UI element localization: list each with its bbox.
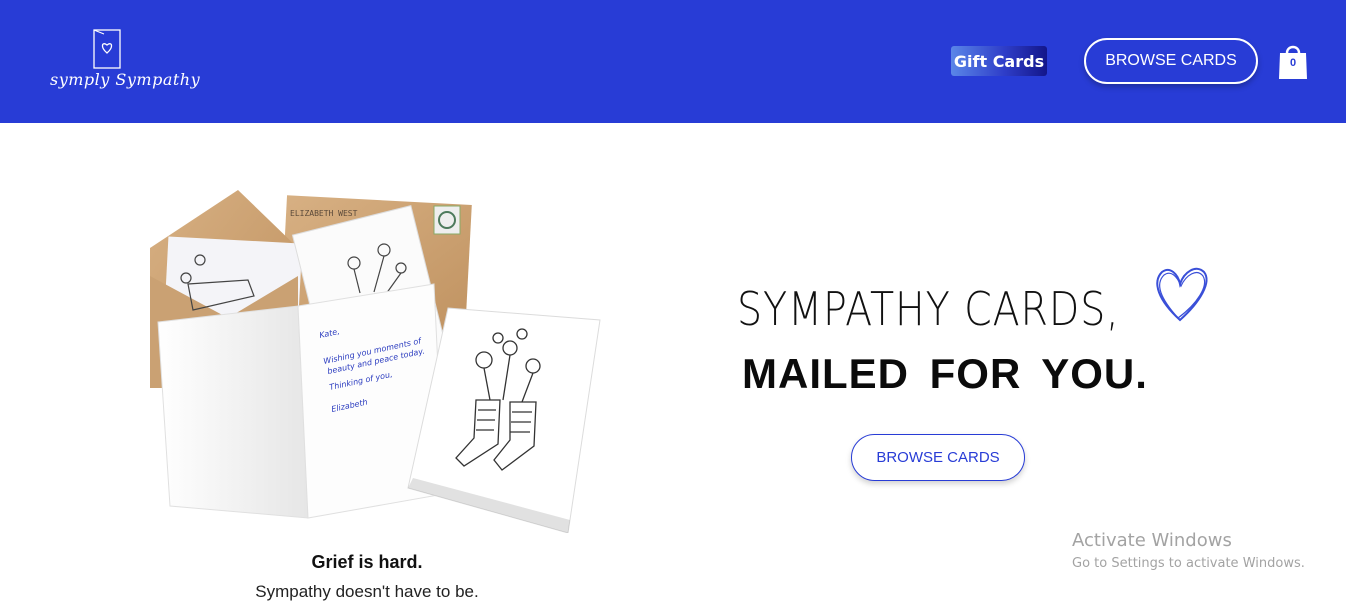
browse-cards-header-button[interactable]: BROWSE CARDS (1084, 38, 1258, 84)
site-logo[interactable]: symply Sympathy (50, 28, 201, 103)
site-header: symply Sympathy Gift Cards BROWSE CARDS … (0, 0, 1346, 123)
gift-cards-button[interactable]: Gift Cards (951, 46, 1047, 76)
tagline-title: Grief is hard. (311, 552, 423, 572)
cart-count: 0 (1289, 57, 1297, 69)
hero-cards-image: ELIZABETH WEST Kate, Wishing you moments… (138, 188, 608, 534)
hero-headline-line-1: SYMPATHY CARDS, (737, 282, 1120, 336)
envelope-address: ELIZABETH WEST (290, 209, 358, 218)
hero-headline-line-2: MAILED FOR YOU. (742, 350, 1148, 397)
card-heart-icon (93, 29, 121, 69)
tagline-subtitle: Sympathy doesn't have to be. (255, 582, 479, 601)
cart-button[interactable]: 0 (1278, 43, 1308, 81)
activate-windows-title: Activate Windows (1072, 530, 1232, 551)
logo-text: symply Sympathy (50, 70, 201, 89)
activate-windows-subtitle: Go to Settings to activate Windows. (1072, 556, 1305, 571)
heart-doodle-icon (1156, 267, 1208, 322)
browse-cards-hero-button[interactable]: BROWSE CARDS (851, 434, 1025, 481)
